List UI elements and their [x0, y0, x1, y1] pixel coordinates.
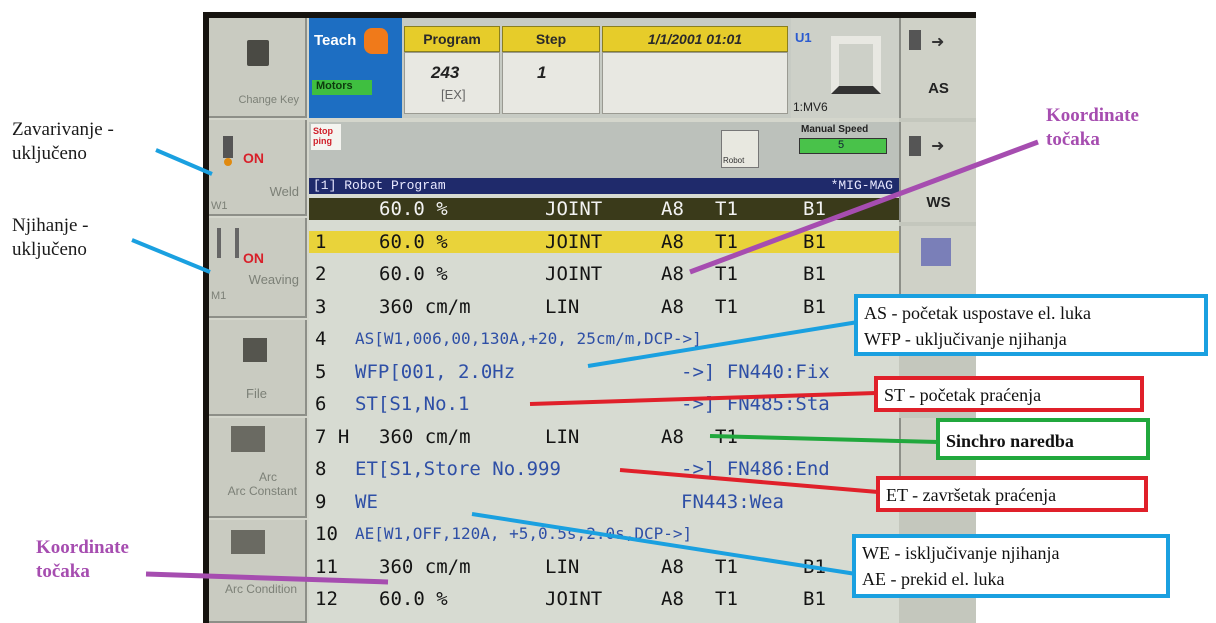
coords-bottom-line [145, 571, 389, 585]
as-wfp-box: AS - početak uspostave el. luka WFP - uk… [854, 294, 1208, 356]
sinchro-box: Sinchro naredba [936, 418, 1150, 460]
weld-annotation: Zavarivanje - uključeno [12, 118, 114, 166]
coords-bottom-line2: točaka [36, 561, 90, 582]
et-box: ET - završetak praćenja [876, 476, 1148, 512]
weave-annotation: Njihanje - uključeno [12, 214, 89, 262]
coords-bottom-line1: Koordinate [36, 537, 129, 558]
st-line [529, 391, 877, 406]
st-box: ST - početak praćenja [874, 376, 1144, 412]
we-annotation: WE - isključivanje njihanja [862, 543, 1060, 563]
figure: Change Key ON Weld W1 ON Weaving M1 File… [0, 0, 1216, 623]
weave-line [131, 238, 211, 274]
et-annotation: ET - završetak praćenja [886, 485, 1057, 505]
weave-annotation-line1: Njihanje - [12, 215, 89, 236]
we-ae-line [471, 512, 857, 576]
coords-bottom-annotation: Koordinate točaka [36, 536, 129, 584]
weave-annotation-line2: uključeno [12, 239, 87, 260]
weld-line [155, 148, 213, 176]
et-line [619, 468, 879, 494]
as-annotation: AS - početak uspostave el. luka [864, 303, 1091, 323]
we-ae-box: WE - isključivanje njihanja AE - prekid … [852, 534, 1170, 598]
st-annotation: ST - početak praćenja [884, 385, 1042, 405]
coords-top-line [689, 139, 1039, 275]
weld-annotation-line2: uključeno [12, 143, 87, 164]
ae-annotation: AE - prekid el. luka [862, 569, 1005, 589]
coords-top-line2: točaka [1046, 129, 1100, 150]
coords-top-annotation: Koordinate točaka [1046, 104, 1139, 152]
as-wfp-line [587, 320, 859, 368]
coords-top-line1: Koordinate [1046, 105, 1139, 126]
wfp-annotation: WFP - uključivanje njihanja [864, 329, 1067, 349]
sinchro-annotation: Sinchro naredba [946, 431, 1074, 451]
weld-annotation-line1: Zavarivanje - [12, 119, 114, 140]
sinchro-line [709, 434, 939, 444]
